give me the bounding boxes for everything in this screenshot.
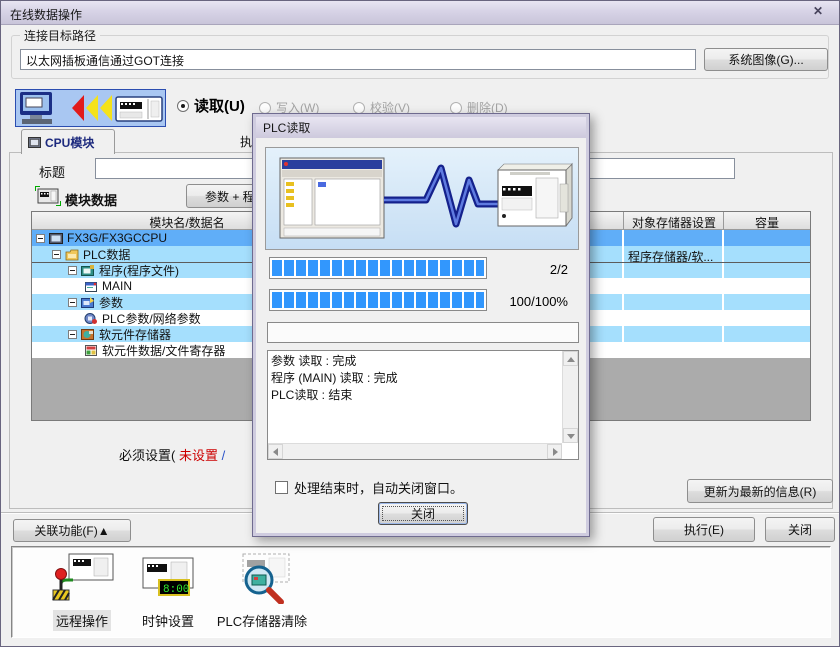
refresh-info-button[interactable]: 更新为最新的信息(R) — [687, 479, 833, 503]
dialog-titlebar: PLC读取 — [256, 117, 586, 138]
plc-data-folder-icon — [65, 248, 79, 261]
related-functions-button[interactable]: 关联功能(F)▲ — [13, 519, 131, 542]
parameter-folder-icon — [81, 296, 95, 309]
horizontal-scrollbar[interactable] — [268, 443, 562, 459]
title-label: 标题 — [39, 162, 65, 181]
tree-label: PLC数据 — [83, 246, 130, 263]
window-title: 在线数据操作 — [10, 6, 82, 23]
connection-zigzag-icon — [384, 168, 498, 224]
clock-setting-label: 时钟设置 — [139, 610, 197, 631]
remote-operation-item[interactable]: 远程操作 — [32, 552, 132, 631]
log-line: 参数 读取 : 完成 — [271, 353, 560, 370]
dialog-close-button[interactable]: 关闭 — [378, 502, 468, 525]
tree-expander[interactable] — [68, 266, 77, 275]
auto-close-checkbox[interactable] — [275, 481, 288, 494]
radio-circle — [177, 100, 189, 112]
tab-label: CPU模块 — [45, 134, 94, 151]
plc-read-dialog: PLC读取 — [252, 113, 590, 537]
tree-expander[interactable] — [68, 330, 77, 339]
module-data-icon — [35, 186, 61, 206]
execute-target-label: 执 — [240, 133, 252, 150]
not-set-label: 未设置 — [179, 448, 218, 463]
tab-cpu-module[interactable]: CPU模块 — [21, 129, 115, 154]
software-window-icon — [280, 158, 384, 238]
plc-device-icon — [498, 164, 572, 226]
device-memory-icon — [81, 328, 95, 341]
clock-display: 8:00 — [163, 584, 189, 596]
tree-expander[interactable] — [36, 234, 45, 243]
read-arrows-icon — [72, 95, 84, 121]
auto-close-label: 处理结束时，自动关闭窗口。 — [294, 478, 463, 497]
read-direction-graphic — [15, 89, 166, 127]
close-button[interactable]: 关闭 — [765, 517, 835, 542]
execute-button[interactable]: 执行(E) — [653, 517, 755, 542]
scroll-left-icon[interactable] — [268, 444, 283, 459]
current-item-field — [267, 322, 579, 343]
connection-path-field[interactable]: 以太网插板通信通过GOT连接 — [20, 49, 696, 70]
remote-operation-label: 远程操作 — [53, 610, 111, 631]
auto-close-checkbox-row[interactable]: 处理结束时，自动关闭窗口。 — [275, 478, 463, 497]
read-log-box[interactable]: 参数 读取 : 完成 程序 (MAIN) 读取 : 完成 PLC读取 : 结束 — [267, 350, 579, 460]
tree-expander[interactable] — [68, 298, 77, 307]
scroll-right-icon[interactable] — [547, 444, 562, 459]
computer-to-plc-icon — [16, 90, 165, 126]
plc-cpu-icon — [49, 232, 63, 245]
tree-expander[interactable] — [52, 250, 61, 259]
tree-label: 软元件存储器 — [99, 326, 171, 343]
cpu-module-icon — [28, 137, 41, 148]
tree-label: 程序(程序文件) — [99, 262, 179, 279]
file-progress-bar — [269, 257, 487, 279]
scroll-down-icon[interactable] — [563, 428, 578, 443]
program-file-icon — [84, 280, 98, 293]
radio-read[interactable]: 读取(U) — [177, 95, 245, 116]
dialog-title: PLC读取 — [263, 119, 310, 136]
related-functions-panel: 远程操作 8:00 时钟设置 — [11, 546, 831, 638]
plc-memory-clear-icon — [229, 552, 295, 604]
module-data-label: 模块数据 — [65, 190, 117, 209]
plc-parameter-icon — [84, 312, 98, 325]
file-progress-label: 2/2 — [550, 262, 568, 277]
scroll-up-icon[interactable] — [563, 351, 578, 366]
required-setting-legend: 必须设置( 未设置 / — [119, 445, 225, 464]
vertical-scrollbar[interactable] — [562, 351, 578, 443]
clock-setting-icon: 8:00 — [139, 552, 197, 604]
remote-operation-icon — [49, 552, 115, 604]
target-memory-cell: 程序存储器/软... — [628, 248, 713, 265]
tree-label: 软元件数据/文件寄存器 — [102, 342, 225, 359]
tree-label: PLC参数/网络参数 — [102, 310, 201, 327]
tree-label: 参数 — [99, 294, 123, 311]
col-target-mem-header[interactable]: 对象存储器设置 — [624, 214, 724, 231]
connection-groupbox: 连接目标路径 以太网插板通信通过GOT连接 系统图像(G)... — [11, 35, 829, 79]
radio-circle — [353, 102, 365, 114]
radio-circle — [259, 102, 271, 114]
clock-setting-item[interactable]: 8:00 时钟设置 — [130, 552, 206, 631]
system-image-button[interactable]: 系统图像(G)... — [704, 48, 828, 71]
col-capacity-header[interactable]: 容量 — [724, 214, 810, 231]
titlebar: 在线数据操作 ✕ — [1, 1, 839, 25]
connection-group-label: 连接目标路径 — [20, 27, 100, 44]
plc-memory-clear-item[interactable]: PLC存储器清除 — [210, 552, 314, 631]
online-data-operation-window: 在线数据操作 ✕ 连接目标路径 以太网插板通信通过GOT连接 系统图像(G)..… — [0, 0, 840, 647]
log-line: PLC读取 : 结束 — [271, 387, 560, 404]
device-data-icon — [84, 344, 98, 357]
transfer-graphic — [265, 147, 579, 250]
radio-circle — [450, 102, 462, 114]
plc-memory-clear-label: PLC存储器清除 — [214, 610, 310, 631]
percent-progress-bar — [269, 289, 487, 311]
percent-progress-label: 100/100% — [509, 294, 568, 309]
log-line: 程序 (MAIN) 读取 : 完成 — [271, 370, 560, 387]
tree-label: MAIN — [102, 279, 132, 293]
program-folder-icon — [81, 264, 95, 277]
tree-label: FX3G/FX3GCCPU — [67, 231, 167, 245]
close-icon[interactable]: ✕ — [803, 3, 833, 21]
